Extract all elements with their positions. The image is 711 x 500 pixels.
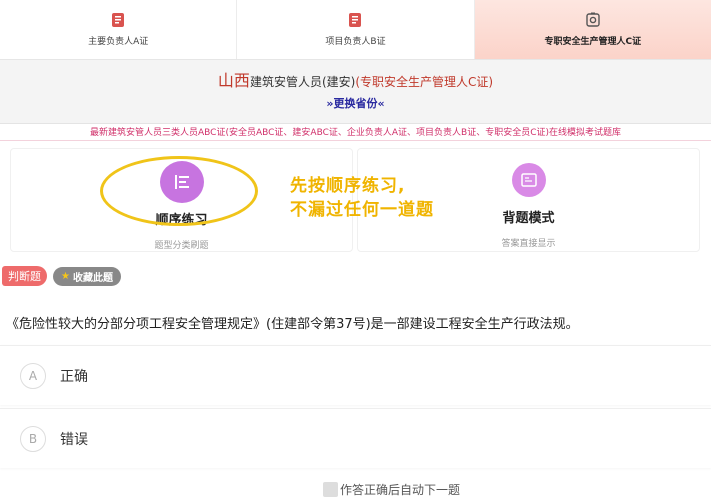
document-icon	[112, 13, 125, 27]
mode-title: 背题模式	[502, 211, 555, 226]
mode-subtitle: 答案直接显示	[501, 239, 556, 249]
question-type-badge: 判断题	[2, 266, 47, 286]
option-a[interactable]: A 正确	[0, 345, 711, 405]
question-tags: 判断题 ★ 收藏此题	[2, 266, 121, 286]
exam-title: 山西建筑安管人员(建安)(专职安全生产管理人C证)	[0, 72, 711, 91]
cert-category: (专职安全生产管理人C证)	[355, 75, 494, 89]
tab-label: 主要负责人A证	[88, 37, 149, 47]
auto-next-toggle[interactable]: 作答正确后自动下一题	[323, 481, 460, 498]
notice-marquee[interactable]: 最新建筑安管人员三类人员ABC证(安全员ABC证、建安ABC证、企业负责人A证、…	[0, 125, 711, 141]
favorite-button[interactable]: ★ 收藏此题	[53, 266, 121, 286]
book-icon	[511, 163, 546, 197]
document-icon	[349, 13, 362, 27]
question-text: 《危险性较大的分部分项工程安全管理规定》(住建部令第37号)是一部建设工程安全生…	[6, 317, 579, 332]
option-letter: A	[20, 362, 46, 389]
tab-cert-a[interactable]: 主要负责人A证	[0, 0, 238, 59]
option-letter: B	[20, 425, 46, 452]
option-text: 正确	[60, 368, 88, 385]
tab-label: 项目负责人B证	[325, 37, 386, 47]
favorite-label: 收藏此题	[72, 272, 113, 284]
switch-province-link[interactable]: »更换省份«	[0, 95, 711, 111]
cert-tabs: 主要负责人A证 项目负责人B证 专职安全生产管理人C证	[0, 0, 711, 60]
list-icon	[159, 161, 204, 203]
option-text: 错误	[60, 431, 88, 448]
tab-cert-c[interactable]: 专职安全生产管理人C证	[474, 0, 711, 59]
auto-next-checkbox[interactable]	[323, 482, 338, 497]
tip-line-1: 先按顺序练习,	[290, 176, 406, 196]
star-icon: ★	[61, 270, 70, 282]
option-b[interactable]: B 错误	[0, 408, 711, 468]
exam-category: 建筑安管人员(建安)	[249, 75, 356, 89]
mode-title: 顺序练习	[155, 213, 208, 228]
exam-icon	[586, 12, 600, 27]
tip-annotation: 先按顺序练习, 不漏过任何一道题	[290, 174, 434, 222]
tab-label: 专职安全生产管理人C证	[544, 37, 642, 47]
province-name: 山西	[217, 71, 250, 90]
exam-header: 山西建筑安管人员(建安)(专职安全生产管理人C证) »更换省份«	[0, 60, 711, 124]
auto-next-label: 作答正确后自动下一题	[340, 483, 461, 497]
tip-line-2: 不漏过任何一道题	[290, 200, 434, 220]
tab-cert-b[interactable]: 项目负责人B证	[237, 0, 475, 59]
mode-subtitle: 题型分类刷题	[154, 241, 209, 251]
